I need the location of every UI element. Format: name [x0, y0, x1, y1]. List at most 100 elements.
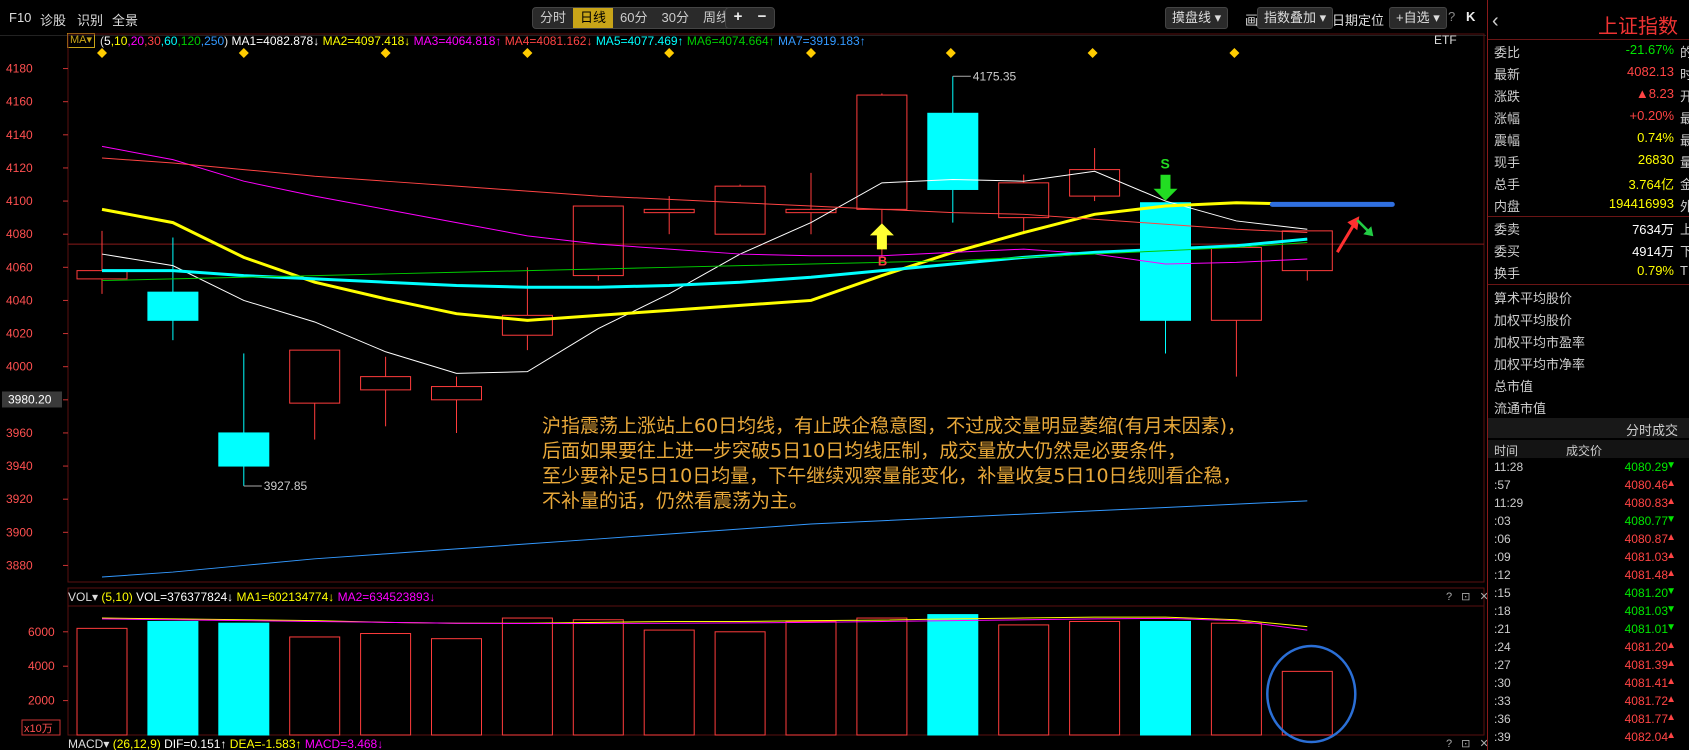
quote-row: 最新 4082.13 时 — [1488, 64, 1689, 86]
tick-time: :09 — [1494, 550, 1511, 564]
tick-panel-title[interactable]: 分时成交 — [1488, 418, 1689, 438]
up-triangle-icon: ▲ — [1666, 694, 1676, 705]
order-value: 4914万 — [1632, 244, 1674, 259]
candle-body — [785, 208, 837, 214]
kline-ytick-label: 3940 — [6, 459, 33, 473]
event-diamond-marker — [380, 48, 391, 58]
candle-body — [643, 208, 695, 214]
tick-row: :18 4081.03 ▼ — [1488, 604, 1689, 622]
quote-row: 委比 -21.67% 的 — [1488, 42, 1689, 64]
macd-indicator-dropdown[interactable]: MACD▾ — [68, 737, 109, 750]
ma30-line — [101, 157, 1308, 234]
tick-price: 4081.41 — [1624, 676, 1668, 690]
kline-ytick-label: 3880 — [6, 558, 33, 572]
tick-row: :24 4081.20 ▲ — [1488, 640, 1689, 658]
tick-time: :06 — [1494, 532, 1511, 546]
event-diamond-marker — [945, 48, 956, 58]
candle — [431, 376, 482, 433]
quote-label: 涨幅 — [1494, 111, 1521, 126]
tick-panel-title-label: 分时成交 — [1625, 423, 1678, 438]
vol-value: VOL=376377824↓ — [136, 590, 234, 604]
tick-row: :09 4081.03 ▲ — [1488, 550, 1689, 568]
index-stat-label: 加权平均市净率 — [1494, 357, 1586, 372]
annotation-line-3: 至少要补足5日10日均量，下午继续观察量能变化，补量收复5日10日线则看企稳， — [542, 465, 1242, 487]
ma-layer — [101, 145, 1308, 374]
tick-price: 4081.20 — [1624, 640, 1668, 654]
volume-bar — [572, 619, 624, 736]
kline-ytick-label: 4000 — [6, 360, 33, 374]
order-row: 委买 4914万下 — [1488, 241, 1689, 263]
tick-price: 4080.83 — [1624, 496, 1668, 510]
quote-title-bar: ‹ 上证指数 — [1488, 8, 1689, 39]
candle-body — [360, 376, 412, 391]
tick-time: :27 — [1494, 658, 1511, 672]
event-diamond-marker — [664, 48, 675, 58]
tick-time: :12 — [1494, 568, 1511, 582]
macd-value: MACD=3.468↓ — [304, 737, 384, 750]
up-triangle-icon: ▲ — [1666, 496, 1676, 507]
index-stat-label: 加权平均股价 — [1494, 313, 1573, 328]
tick-price: 4081.03 — [1624, 604, 1668, 618]
kline-ytick-label: 4080 — [6, 227, 33, 241]
kline-ytick-label: 4180 — [6, 62, 33, 76]
tick-price: 4081.48 — [1624, 568, 1668, 582]
tick-row: :39 4082.04 ▲ — [1488, 730, 1689, 748]
candle — [147, 237, 199, 341]
order-row: 换手 0.79% T — [1488, 263, 1689, 285]
down-triangle-icon: ▼ — [1666, 586, 1676, 597]
tick-row: :03 4080.77 ▼ — [1488, 514, 1689, 532]
order-clipped-label: 下 — [1680, 244, 1689, 259]
current-price-label: 3980.20 — [8, 392, 52, 406]
macd-panel-icons[interactable]: ? ⊡ ✕ — [1446, 737, 1492, 750]
kline-ytick-label: 4020 — [6, 327, 33, 341]
order-row: 委卖 7634万上 — [1488, 219, 1689, 241]
candle — [643, 196, 695, 235]
tick-row: :36 4081.77 ▲ — [1488, 712, 1689, 730]
up-triangle-icon: ▲ — [1666, 676, 1676, 687]
up-triangle-icon: ▲ — [1666, 712, 1676, 723]
candle — [927, 76, 979, 223]
candle-body — [147, 291, 199, 321]
tick-time: :30 — [1494, 676, 1511, 690]
tick-time: 11:29 — [1494, 496, 1524, 510]
candle-body — [431, 386, 482, 401]
down-triangle-icon: ▼ — [1666, 622, 1676, 633]
candle — [501, 267, 553, 351]
security-name[interactable]: 上证指数 — [1598, 10, 1678, 39]
vol-panel-icons[interactable]: ? ⊡ ✕ — [1446, 590, 1492, 603]
quote-clipped-label: 时 — [1680, 67, 1689, 82]
quote-clipped-label: 最 — [1680, 111, 1689, 126]
up-triangle-icon: ▲ — [1666, 658, 1676, 669]
index-stat-label: 总市值 — [1494, 379, 1534, 394]
buy-signal-arrow — [869, 223, 894, 250]
volume-bar — [1069, 620, 1121, 736]
order-label: 委卖 — [1494, 222, 1521, 237]
quote-row: 总手 3.764亿金 — [1488, 174, 1689, 196]
candle — [1069, 148, 1121, 202]
tick-price: 4081.01 — [1624, 622, 1668, 636]
down-triangle-icon: ▼ — [1666, 514, 1676, 525]
ma10-line — [101, 201, 1308, 322]
tick-price: 4080.77 — [1624, 514, 1668, 528]
quote-row: 震幅 0.74% 最 — [1488, 130, 1689, 152]
tick-time: :57 — [1494, 478, 1511, 492]
down-triangle-icon: ▼ — [1666, 460, 1676, 471]
volume-bar — [76, 627, 128, 736]
volume-bar — [1210, 622, 1262, 736]
candle — [714, 184, 766, 235]
ma20-line — [101, 145, 1308, 265]
event-diamond-marker — [806, 48, 816, 58]
vol-indicator-dropdown[interactable]: VOL▾ — [68, 590, 98, 604]
tick-row: :33 4081.72 ▲ — [1488, 694, 1689, 712]
chart-area[interactable]: 3880390039203940396039804000402040404060… — [0, 0, 1486, 750]
kline-ytick-label: 4160 — [6, 95, 33, 109]
quote-value: 26830 — [1637, 152, 1674, 167]
back-chevron-icon[interactable]: ‹ — [1492, 10, 1499, 33]
tick-time: :36 — [1494, 712, 1511, 726]
index-stat-label: 流通市值 — [1494, 401, 1547, 416]
volume-bar — [856, 617, 908, 736]
candle — [1210, 246, 1262, 377]
candle — [76, 230, 128, 294]
volume-bar — [289, 636, 341, 736]
up-triangle-icon: ▲ — [1666, 478, 1676, 489]
